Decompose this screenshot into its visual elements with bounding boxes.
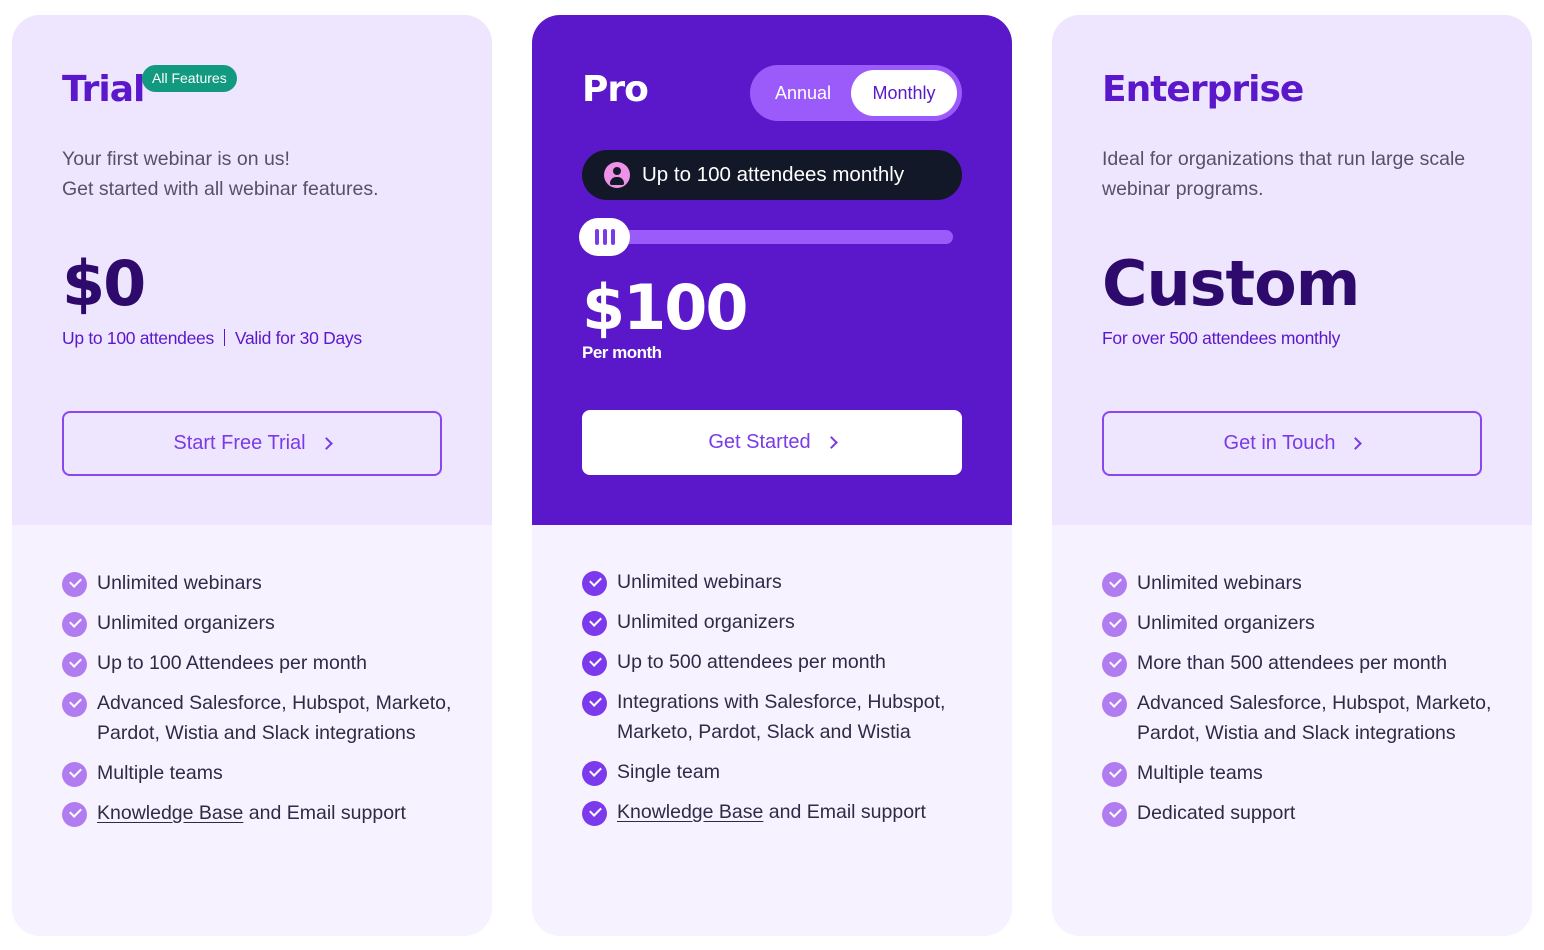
list-item: Unlimited webinars bbox=[582, 567, 992, 597]
check-circle-icon bbox=[1102, 572, 1127, 597]
plan-title: Pro bbox=[582, 69, 649, 110]
check-circle-icon bbox=[1102, 652, 1127, 677]
divider bbox=[223, 329, 225, 346]
plan-price: Custom bbox=[1102, 247, 1360, 320]
plan-card-header: Pro Annual Monthly Up to 100 attendees m… bbox=[532, 15, 1012, 525]
grip-line bbox=[610, 229, 615, 245]
grip-line bbox=[594, 229, 599, 245]
plan-subline: For over 500 attendees monthly bbox=[1102, 328, 1341, 348]
attendee-slider-handle[interactable] bbox=[579, 218, 630, 256]
list-item: Unlimited webinars bbox=[62, 568, 472, 598]
list-item: Unlimited organizers bbox=[1102, 608, 1512, 638]
chevron-right-icon bbox=[824, 436, 838, 449]
list-item: Multiple teams bbox=[1102, 758, 1512, 788]
description-line: Get started with all webinar features. bbox=[62, 178, 379, 200]
plan-description: Your first webinar is on us! Get started… bbox=[62, 144, 462, 204]
plan-card-header: Trial All Features Your first webinar is… bbox=[12, 15, 492, 525]
check-circle-icon bbox=[582, 761, 607, 786]
billing-option-annual[interactable]: Annual bbox=[756, 70, 850, 116]
check-circle-icon bbox=[582, 691, 607, 716]
check-circle-icon bbox=[62, 762, 87, 787]
plan-card-header: Enterprise Ideal for organizations that … bbox=[1052, 15, 1532, 525]
feature-list: Unlimited webinars Unlimited organizers … bbox=[62, 568, 472, 838]
check-circle-icon bbox=[1102, 612, 1127, 637]
feature-list: Unlimited webinars Unlimited organizers … bbox=[582, 567, 992, 837]
list-item: Single team bbox=[582, 757, 992, 787]
plan-card-trial: Trial All Features Your first webinar is… bbox=[12, 15, 492, 936]
plan-description: Ideal for organizations that run large s… bbox=[1102, 148, 1466, 200]
list-item: Multiple teams bbox=[62, 758, 472, 788]
list-item: Up to 500 attendees per month bbox=[582, 647, 992, 677]
list-item: Unlimited organizers bbox=[62, 608, 472, 638]
button-label: Start Free Trial bbox=[173, 432, 306, 454]
plan-price: $100 bbox=[582, 271, 749, 344]
check-circle-icon bbox=[62, 692, 87, 717]
check-circle-icon bbox=[582, 571, 607, 596]
list-item: Unlimited organizers bbox=[582, 607, 992, 637]
button-label: Get in Touch bbox=[1223, 432, 1336, 454]
start-free-trial-button[interactable]: Start Free Trial bbox=[62, 411, 442, 476]
user-icon bbox=[604, 162, 630, 188]
chevron-right-icon bbox=[1349, 437, 1363, 450]
attendee-slider-track[interactable] bbox=[602, 230, 953, 244]
list-item: More than 500 attendees per month bbox=[1102, 648, 1512, 678]
check-circle-icon bbox=[582, 651, 607, 676]
get-started-button[interactable]: Get Started bbox=[582, 410, 962, 475]
list-item: Unlimited webinars bbox=[1102, 568, 1512, 598]
check-circle-icon bbox=[582, 801, 607, 826]
knowledge-base-link[interactable]: Knowledge Base bbox=[97, 802, 243, 824]
plan-subline: Up to 100 attendees Valid for 30 Days bbox=[62, 328, 362, 349]
check-circle-icon bbox=[1102, 802, 1127, 827]
chevron-right-icon bbox=[319, 437, 333, 450]
validity: Valid for 30 Days bbox=[234, 328, 362, 348]
check-circle-icon bbox=[582, 611, 607, 636]
billing-period: Per month bbox=[582, 343, 662, 362]
list-item: Dedicated support bbox=[1102, 798, 1512, 828]
attendee-count-display: Up to 100 attendees monthly bbox=[582, 150, 962, 200]
get-in-touch-button[interactable]: Get in Touch bbox=[1102, 411, 1482, 476]
plan-title: Trial bbox=[62, 69, 145, 110]
list-item: Integrations with Salesforce, Hubspot, M… bbox=[582, 687, 992, 747]
list-item: Knowledge Base and Email support bbox=[582, 797, 992, 827]
all-features-badge: All Features bbox=[142, 65, 237, 92]
check-circle-icon bbox=[62, 572, 87, 597]
attendee-count-label: Up to 100 attendees monthly bbox=[642, 163, 905, 186]
check-circle-icon bbox=[62, 612, 87, 637]
list-item: Up to 100 Attendees per month bbox=[62, 648, 472, 678]
list-item: Advanced Salesforce, Hubspot, Marketo, P… bbox=[62, 688, 472, 748]
button-label: Get Started bbox=[708, 431, 811, 453]
attendee-limit: Up to 100 attendees bbox=[62, 328, 214, 348]
plan-card-enterprise: Enterprise Ideal for organizations that … bbox=[1052, 15, 1532, 936]
knowledge-base-link[interactable]: Knowledge Base bbox=[617, 801, 763, 823]
list-item: Advanced Salesforce, Hubspot, Marketo, P… bbox=[1102, 688, 1512, 748]
description-line: Your first webinar is on us! bbox=[62, 148, 290, 170]
check-circle-icon bbox=[1102, 692, 1127, 717]
list-item: Knowledge Base and Email support bbox=[62, 798, 472, 828]
plan-title: Enterprise bbox=[1102, 69, 1304, 110]
check-circle-icon bbox=[62, 652, 87, 677]
grip-line bbox=[602, 229, 607, 245]
feature-list: Unlimited webinars Unlimited organizers … bbox=[1102, 568, 1512, 838]
plan-card-pro: Pro Annual Monthly Up to 100 attendees m… bbox=[532, 15, 1012, 936]
check-circle-icon bbox=[62, 802, 87, 827]
plan-price: $0 bbox=[62, 247, 146, 320]
billing-option-monthly[interactable]: Monthly bbox=[851, 70, 957, 116]
check-circle-icon bbox=[1102, 762, 1127, 787]
billing-toggle: Annual Monthly bbox=[750, 65, 962, 121]
